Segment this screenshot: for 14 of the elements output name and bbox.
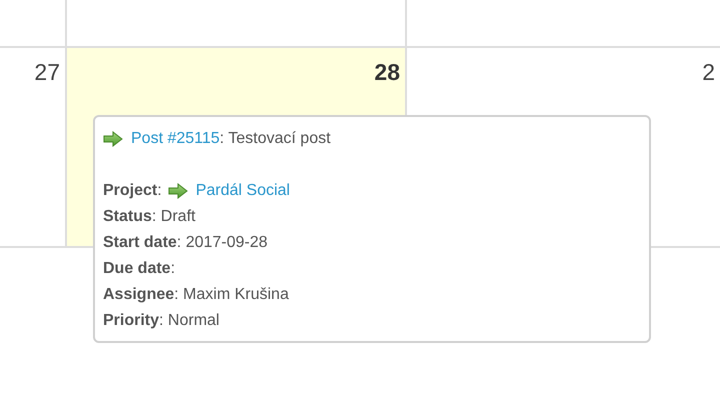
post-title: : Testovací post	[220, 129, 331, 149]
day-number: 2	[702, 58, 715, 86]
field-line: Due date:	[103, 259, 176, 279]
day-number: 28	[374, 58, 400, 86]
project-link[interactable]: Pardál Social	[196, 178, 290, 204]
field-line: Status: Draft	[103, 207, 196, 227]
field-line: Start date: 2017-09-28	[103, 233, 268, 253]
arrow-icon	[168, 183, 188, 199]
day-number: 27	[34, 58, 60, 86]
field-line: Assignee: Maxim Krušina	[103, 285, 289, 305]
arrow-icon	[103, 131, 123, 147]
post-link[interactable]: Post #25115	[131, 126, 220, 152]
field-line: Priority: Normal	[103, 311, 220, 331]
field-label: Project:	[103, 181, 162, 201]
